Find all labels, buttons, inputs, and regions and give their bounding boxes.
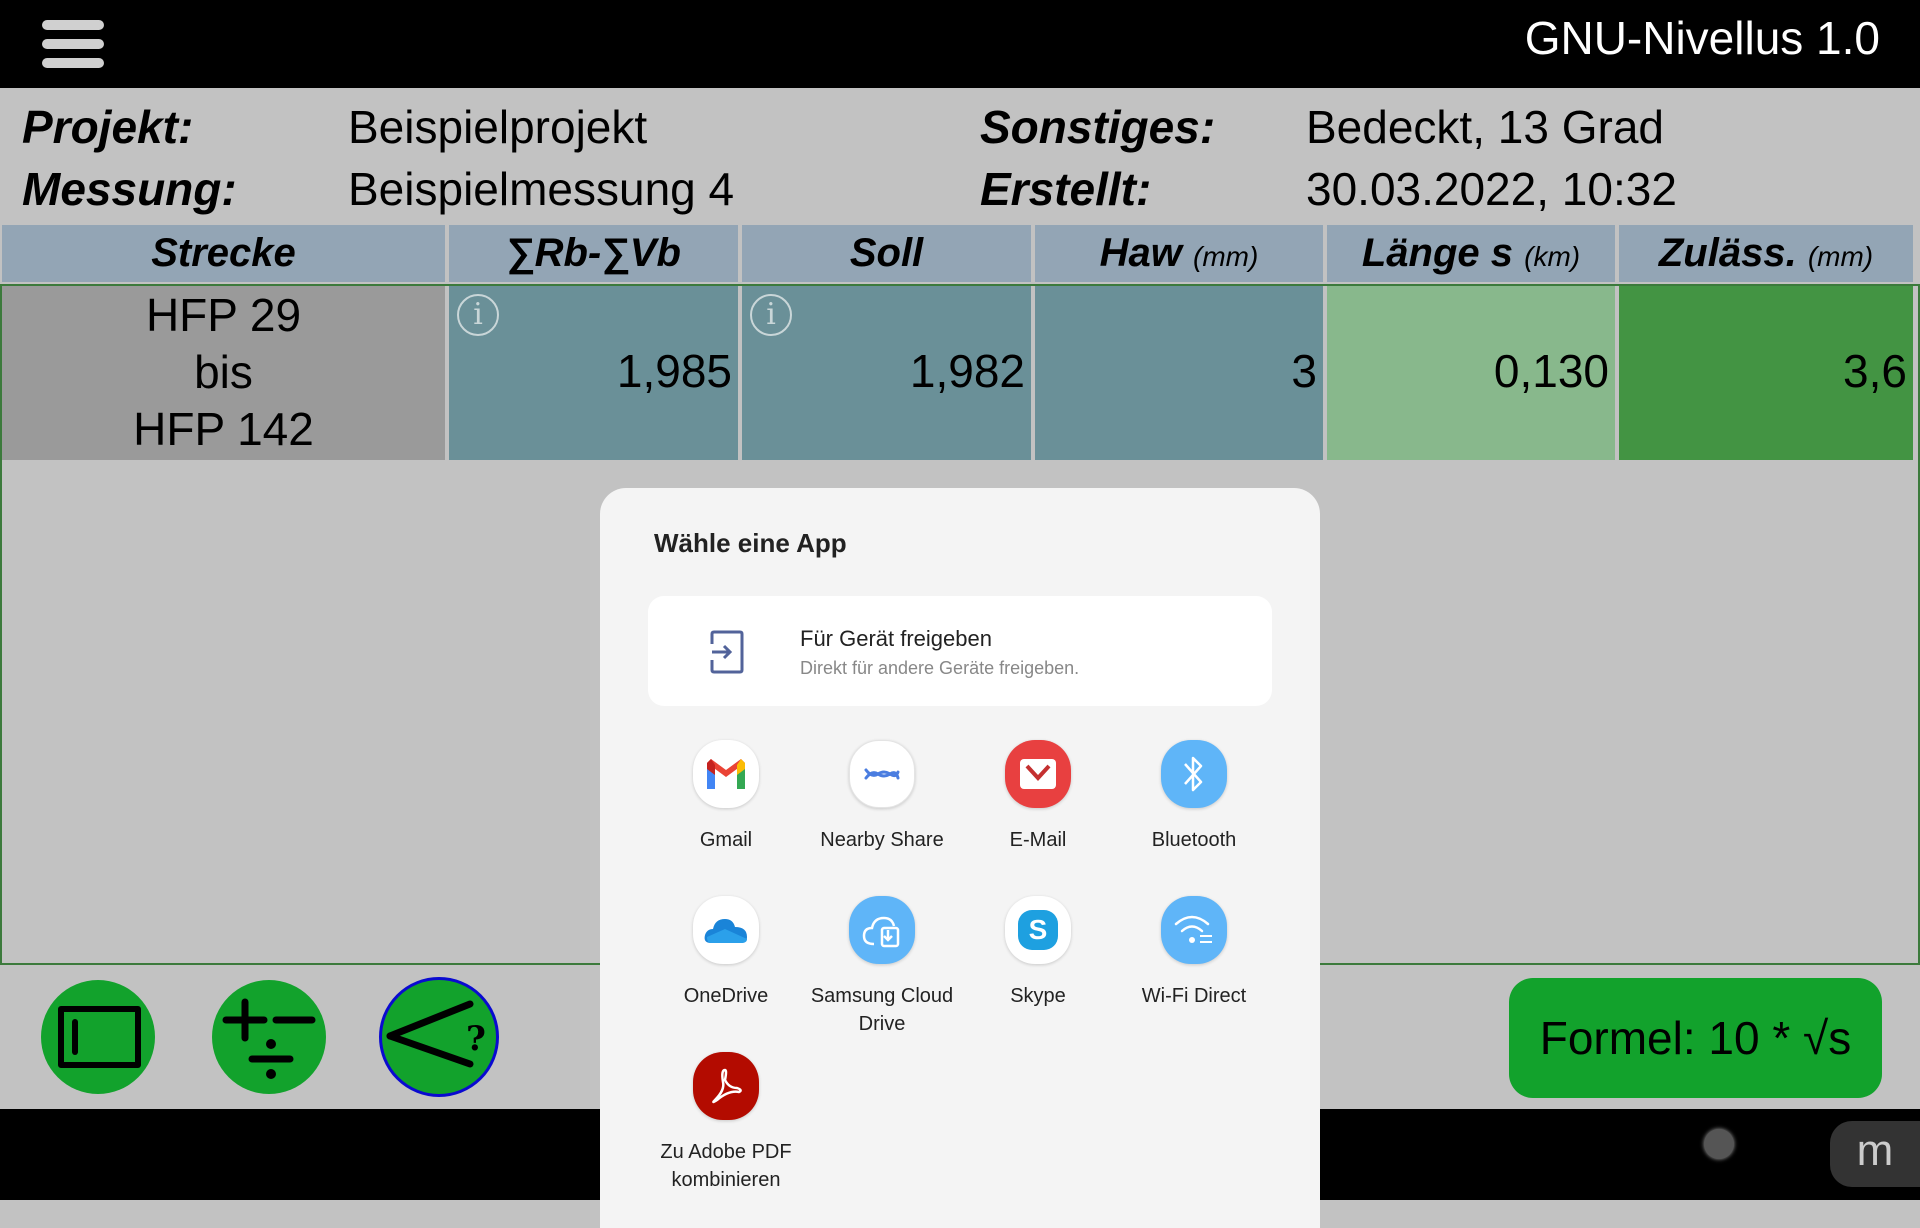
app-label: Samsung Cloud Drive	[810, 985, 954, 1035]
column-header-rb-vb: ∑Rb-∑Vb	[449, 225, 738, 282]
app-nearby-share[interactable]: Nearby Share	[804, 740, 960, 854]
cell-laenge[interactable]: 0,130	[1327, 286, 1615, 460]
share-device-icon	[710, 630, 744, 674]
projekt-value: Beispielprojekt	[348, 101, 648, 153]
app-label: Bluetooth	[1151, 829, 1237, 851]
calculation-button[interactable]	[212, 980, 326, 1094]
erstellt-label: Erstellt:	[980, 163, 1152, 215]
measurement-info: Projekt: Beispielprojekt Messung: Beispi…	[0, 88, 1920, 225]
strecke-to: HFP 142	[133, 403, 314, 455]
cell-soll[interactable]: i 1,982	[742, 286, 1031, 460]
share-device-title: Für Gerät freigeben	[800, 626, 992, 651]
view-toggle-button[interactable]	[41, 980, 155, 1094]
app-label: E-Mail	[1009, 829, 1067, 851]
app-bluetooth[interactable]: Bluetooth	[1116, 740, 1272, 854]
projekt-label: Projekt:	[22, 101, 194, 153]
app-header: GNU-Nivellus 1.0	[0, 0, 1920, 88]
app-onedrive[interactable]: OneDrive	[648, 896, 804, 1010]
app-samsung-cloud-drive[interactable]: Samsung Cloud Drive	[804, 896, 960, 1038]
onedrive-icon	[693, 896, 759, 964]
cell-rb-vb[interactable]: i 1,985	[449, 286, 738, 460]
keyboard-toggle-button[interactable]: m	[1830, 1121, 1920, 1187]
strecke-from: HFP 29	[145, 289, 302, 341]
app-label: Zu Adobe PDF kombinieren	[660, 1141, 792, 1191]
cell-zulaess[interactable]: 3,6	[1619, 286, 1913, 460]
info-icon[interactable]: i	[750, 294, 792, 336]
formula-button[interactable]: Formel: 10 * √s	[1509, 978, 1882, 1098]
app-label: Gmail	[699, 829, 753, 851]
app-label: OneDrive	[683, 985, 769, 1007]
column-header-strecke: Strecke	[2, 225, 445, 282]
sonstiges-value: Bedeckt, 13 Grad	[1306, 101, 1664, 153]
sonstiges-label: Sonstiges:	[980, 101, 1216, 153]
share-device-subtitle: Direkt für andere Geräte freigeben.	[800, 658, 1080, 678]
table-row[interactable]: HFP 29 bis HFP 142 i 1,985 i 1,982 3 0,1…	[0, 286, 1920, 460]
cell-haw[interactable]: 3	[1035, 286, 1323, 460]
rectangle-view-icon	[58, 1006, 141, 1068]
angle-question-icon: ?	[386, 1000, 486, 1068]
app-email[interactable]: E-Mail	[960, 740, 1116, 854]
messung-value: Beispielmessung 4	[348, 163, 735, 215]
laenge-value: 0,130	[1493, 345, 1609, 397]
plus-minus-divide-icon	[222, 998, 316, 1079]
messung-label: Messung:	[22, 163, 237, 215]
app-wifi-direct[interactable]: Wi-Fi Direct	[1116, 896, 1272, 1010]
cell-strecke[interactable]: HFP 29 bis HFP 142	[2, 286, 445, 460]
info-icon[interactable]: i	[457, 294, 499, 336]
hamburger-menu-icon[interactable]	[40, 20, 106, 68]
app-title: GNU-Nivellus 1.0	[1524, 12, 1880, 64]
column-header-laenge: Länge s (km)	[1327, 225, 1615, 282]
soll-value: 1,982	[909, 345, 1025, 397]
table-header: Strecke ∑Rb-∑Vb Soll Haw (mm) Länge s (k…	[0, 225, 1920, 282]
app-gmail[interactable]: Gmail	[648, 740, 804, 854]
erstellt-value: 30.03.2022, 10:32	[1306, 163, 1677, 215]
gmail-icon	[693, 740, 759, 808]
nearby-share-icon	[849, 740, 915, 808]
adobe-pdf-icon	[693, 1052, 759, 1120]
share-dialog: Wähle eine App Für Gerät freigeben Direk…	[600, 488, 1320, 1228]
bluetooth-icon	[1161, 740, 1227, 808]
svg-text:?: ?	[466, 1019, 486, 1059]
share-to-device-option[interactable]: Für Gerät freigeben Direkt für andere Ge…	[648, 596, 1272, 706]
home-indicator-icon[interactable]	[1704, 1129, 1734, 1159]
email-icon	[1005, 740, 1071, 808]
column-header-zulaess: Zuläss. (mm)	[1619, 225, 1913, 282]
app-label: Nearby Share	[820, 829, 944, 851]
samsung-cloud-icon	[849, 896, 915, 964]
zulaess-value: 3,6	[1843, 345, 1907, 397]
app-adobe-pdf[interactable]: Zu Adobe PDF kombinieren	[648, 1052, 804, 1194]
rb-vb-value: 1,985	[616, 345, 732, 397]
app-label: Skype	[1010, 985, 1066, 1007]
app-skype[interactable]: S Skype	[960, 896, 1116, 1010]
column-header-haw: Haw (mm)	[1035, 225, 1323, 282]
wifi-direct-icon	[1161, 896, 1227, 964]
strecke-separator: bis	[194, 346, 253, 398]
column-header-soll: Soll	[742, 225, 1031, 282]
angle-check-button[interactable]: ?	[379, 977, 499, 1097]
app-label: Wi-Fi Direct	[1141, 985, 1247, 1007]
skype-icon: S	[1005, 896, 1071, 964]
dialog-title: Wähle eine App	[654, 528, 847, 558]
haw-value: 3	[1291, 345, 1317, 397]
